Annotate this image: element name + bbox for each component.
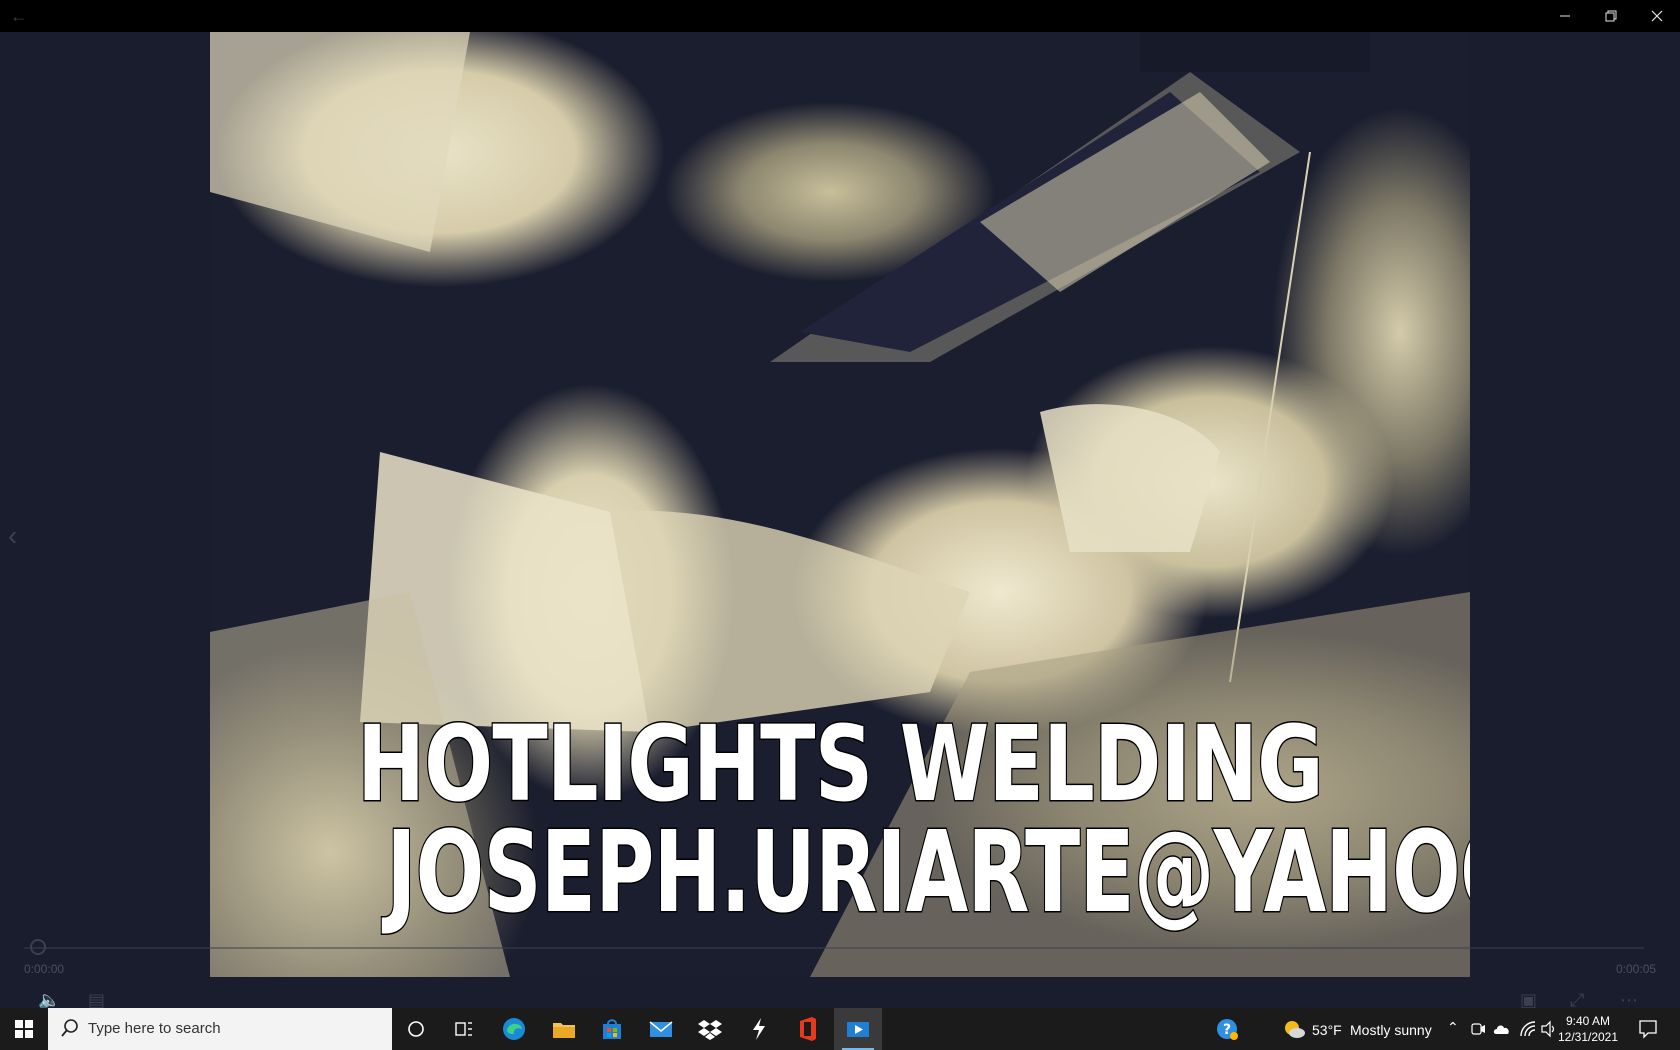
edge-taskbar-app[interactable]	[490, 1008, 538, 1050]
office-icon	[800, 1017, 816, 1041]
start-button[interactable]	[0, 1008, 48, 1050]
media-player: ‹ HOTLIGHTS WELDING JOSEPH.URIARTE@YAHOO	[0, 32, 1680, 1010]
store-taskbar-app[interactable]	[588, 1008, 636, 1050]
movies-tv-taskbar-app[interactable]	[834, 1008, 882, 1050]
caption-line-2: JOSEPH.URIARTE@YAHOO	[385, 808, 1470, 938]
mail-taskbar-app[interactable]	[637, 1008, 685, 1050]
back-arrow-icon[interactable]: ←	[10, 6, 40, 26]
clock-time: 9:40 AM	[1565, 1014, 1611, 1028]
svg-text:?: ?	[1223, 1022, 1231, 1038]
weather-icon[interactable]	[1282, 1018, 1306, 1040]
onedrive-cloud-icon[interactable]	[1493, 1022, 1511, 1036]
wifi-icon[interactable]	[1519, 1020, 1537, 1038]
meet-now-icon[interactable]	[1470, 1021, 1486, 1037]
help-button[interactable]: ?	[1203, 1008, 1251, 1050]
store-icon	[603, 1019, 621, 1039]
mail-icon	[649, 1021, 673, 1037]
elapsed-time: 0:00:00	[24, 962, 65, 976]
windows-logo-icon	[15, 1020, 33, 1038]
clock-date: 12/31/2021	[1557, 1030, 1619, 1044]
dropbox-taskbar-app[interactable]	[686, 1008, 734, 1050]
cortana-button[interactable]	[392, 1008, 440, 1050]
show-hidden-icons-chevron-icon[interactable]: ⌃	[1447, 1019, 1459, 1036]
close-icon	[1651, 10, 1663, 22]
notifications-icon[interactable]	[1638, 1019, 1658, 1039]
minimize-button[interactable]	[1542, 0, 1588, 32]
seek-bar[interactable]	[24, 947, 1644, 949]
search-icon	[61, 1019, 78, 1037]
close-button[interactable]	[1634, 0, 1680, 32]
weather-temperature[interactable]: 53°F	[1312, 1022, 1342, 1038]
office-taskbar-app[interactable]	[784, 1008, 832, 1050]
lightning-app-icon	[753, 1018, 765, 1040]
taskbar-search[interactable]: Type here to search	[48, 1008, 392, 1050]
dropbox-icon	[698, 1020, 722, 1040]
restore-icon	[1605, 10, 1617, 22]
search-placeholder: Type here to search	[88, 1020, 221, 1037]
previous-arrow-icon[interactable]: ‹	[8, 520, 17, 552]
file-explorer-taskbar-app[interactable]	[540, 1008, 588, 1050]
help-icon: ?	[1217, 1019, 1238, 1040]
seek-thumb[interactable]	[30, 939, 46, 955]
video-frame[interactable]: HOTLIGHTS WELDING JOSEPH.URIARTE@YAHOO	[210, 32, 1470, 977]
folder-icon	[553, 1023, 575, 1038]
restore-button[interactable]	[1588, 0, 1634, 32]
task-view-icon	[455, 1022, 472, 1036]
task-view-button[interactable]	[440, 1008, 488, 1050]
lightning-taskbar-app[interactable]	[735, 1008, 783, 1050]
system-clock[interactable]: 9:40 AM 12/31/2021	[1553, 1013, 1623, 1045]
title-bar: ←	[0, 0, 1680, 32]
caption-line-1: HOTLIGHTS WELDING	[356, 703, 1325, 825]
edge-icon	[503, 1018, 525, 1040]
movies-tv-icon	[847, 1022, 869, 1037]
taskbar: Type here to search ? 53°F Mostly sunny …	[0, 1008, 1680, 1050]
total-duration: 0:00:05	[1616, 962, 1657, 976]
cortana-icon	[408, 1021, 424, 1037]
weather-description[interactable]: Mostly sunny	[1350, 1022, 1432, 1038]
minimize-icon	[1560, 15, 1570, 17]
